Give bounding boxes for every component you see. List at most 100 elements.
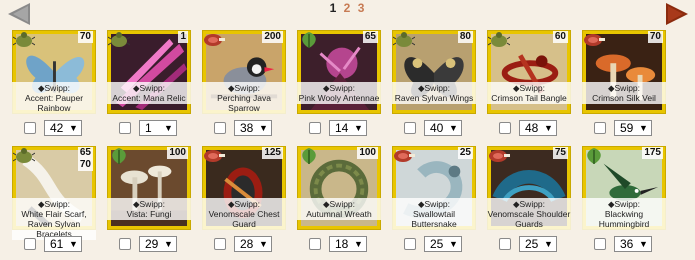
item-quantity-select[interactable]: 29 ▼: [139, 236, 177, 252]
item-checkbox[interactable]: [309, 238, 321, 250]
item-quantity-select[interactable]: 48 ▼: [519, 120, 557, 136]
item-cell: 80 ◆Swipp: Raven Sylvan Wings 40 ▼: [390, 28, 478, 140]
select-value: 25: [525, 237, 539, 251]
meat-icon: [203, 31, 225, 49]
select-value: 48: [525, 121, 539, 135]
meat-icon: [203, 147, 225, 165]
item-cell: 25 ◆Swipp: Swallowtail Buttersnake 25 ▼: [390, 144, 478, 256]
bug-icon: [13, 147, 36, 165]
item-caption: ◆Swipp: Venomscale Shoulder Guards: [487, 198, 571, 230]
next-page-arrow-icon[interactable]: [664, 2, 690, 26]
item-name: Venomscale Shoulder Guards: [487, 209, 571, 229]
select-value: 38: [240, 121, 254, 135]
item-quantity-select[interactable]: 59 ▼: [614, 120, 652, 136]
select-value: 1: [145, 121, 152, 135]
item-checkbox[interactable]: [119, 238, 131, 250]
item-name: Autumnal Wreath: [306, 209, 372, 219]
item-name: Crimson Silk Veil: [592, 93, 656, 103]
item-quantity-select[interactable]: 28 ▼: [234, 236, 272, 252]
meat-icon: [393, 147, 415, 165]
item-checkbox[interactable]: [594, 122, 606, 134]
bug-icon: [108, 31, 131, 49]
item-name: Pink Wooly Antennae: [298, 93, 380, 103]
item-cell: 70 ◆Swipp: Accent: Pauper Rainbow 42 ▼: [10, 28, 98, 140]
item-seller-label: ◆Swipp:: [607, 199, 641, 209]
item-quantity-secondary: 70: [77, 159, 93, 171]
item-quantity-select[interactable]: 36 ▼: [614, 236, 652, 252]
item-checkbox[interactable]: [594, 238, 606, 250]
item-quantity-select[interactable]: 38 ▼: [234, 120, 272, 136]
item-quantity: 175: [642, 147, 663, 159]
chevron-down-icon: ▼: [544, 239, 553, 249]
item-controls: 48 ▼: [499, 120, 557, 136]
item-name: Venomscale Chest Guard: [208, 209, 280, 229]
item-quantity-select[interactable]: 25 ▼: [519, 236, 557, 252]
chevron-down-icon: ▼: [449, 123, 458, 133]
item-cell: 60 ◆Swipp: Crimson Tail Bangle 48 ▼: [485, 28, 573, 140]
item-cell: 65 70 ◆Swipp: White Flair Scarf, Raven S…: [10, 144, 98, 256]
bug-icon: [13, 31, 36, 49]
item-caption: ◆Swipp: Vista: Fungi: [107, 198, 191, 220]
item-checkbox[interactable]: [404, 122, 416, 134]
item-seller-label: ◆Swipp:: [132, 83, 166, 93]
meat-icon: [488, 147, 510, 165]
page-link-3[interactable]: 3: [358, 1, 366, 15]
item-quantity-select[interactable]: 25 ▼: [424, 236, 462, 252]
item-seller-label: ◆Swipp:: [322, 199, 356, 209]
meat-icon: [583, 31, 605, 49]
item-quantity: 70: [77, 31, 93, 43]
item-cell: 70 ◆Swipp: Crimson Silk Veil 59 ▼: [580, 28, 668, 140]
item-seller-label: ◆Swipp:: [37, 83, 71, 93]
item-checkbox[interactable]: [214, 122, 226, 134]
item-quantity: 80: [457, 31, 473, 43]
select-value: 40: [430, 121, 444, 135]
item-name: Accent: Mana Relic: [112, 93, 186, 103]
item-quantity-select[interactable]: 18 ▼: [329, 236, 367, 252]
item-quantity-select[interactable]: 61 ▼: [44, 236, 82, 252]
item-quantity-select[interactable]: 14 ▼: [329, 120, 367, 136]
item-checkbox[interactable]: [499, 122, 511, 134]
item-controls: 36 ▼: [594, 236, 652, 252]
item-controls: 59 ▼: [594, 120, 652, 136]
item-seller-label: ◆Swipp:: [417, 83, 451, 93]
item-controls: 25 ▼: [404, 236, 462, 252]
item-cell: 125 ◆Swipp: Venomscale Chest Guard 28 ▼: [200, 144, 288, 256]
item-checkbox[interactable]: [24, 238, 36, 250]
item-seller-label: ◆Swipp:: [322, 83, 356, 93]
item-grid: 70 ◆Swipp: Accent: Pauper Rainbow 42 ▼ 1…: [10, 28, 668, 260]
chevron-down-icon: ▼: [164, 123, 173, 133]
item-checkbox[interactable]: [214, 238, 226, 250]
select-value: 14: [335, 121, 349, 135]
item-checkbox[interactable]: [119, 122, 131, 134]
item-seller-label: ◆Swipp:: [512, 83, 546, 93]
item-controls: 61 ▼: [24, 236, 82, 252]
item-checkbox[interactable]: [404, 238, 416, 250]
item-checkbox[interactable]: [24, 122, 36, 134]
item-quantity: 75: [552, 147, 568, 159]
item-seller-label: ◆Swipp:: [227, 199, 261, 209]
item-quantity-select[interactable]: 1 ▼: [139, 120, 177, 136]
item-quantity: 65: [362, 31, 378, 43]
item-quantity-select[interactable]: 42 ▼: [44, 120, 82, 136]
item-name: Raven Sylvan Wings: [394, 93, 474, 103]
chevron-down-icon: ▼: [164, 239, 173, 249]
item-caption: ◆Swipp: Raven Sylvan Wings: [392, 82, 476, 104]
item-quantity: 25: [457, 147, 473, 159]
item-checkbox[interactable]: [309, 122, 321, 134]
item-quantity: 70: [647, 31, 663, 43]
page-link-2[interactable]: 2: [344, 1, 352, 15]
select-value: 42: [50, 121, 64, 135]
item-name: Vista: Fungi: [126, 209, 172, 219]
select-value: 59: [620, 121, 634, 135]
item-checkbox[interactable]: [499, 238, 511, 250]
item-row: 70 ◆Swipp: Accent: Pauper Rainbow 42 ▼ 1…: [10, 28, 668, 140]
item-controls: 29 ▼: [119, 236, 177, 252]
chevron-down-icon: ▼: [354, 123, 363, 133]
item-name: Perching Java Sparrow: [217, 93, 271, 113]
current-page: 1: [329, 1, 338, 15]
item-caption: ◆Swipp: Accent: Mana Relic: [107, 82, 191, 104]
item-quantity: 100: [167, 147, 188, 159]
item-caption: ◆Swipp: Crimson Tail Bangle: [487, 82, 571, 104]
item-controls: 40 ▼: [404, 120, 462, 136]
item-quantity-select[interactable]: 40 ▼: [424, 120, 462, 136]
